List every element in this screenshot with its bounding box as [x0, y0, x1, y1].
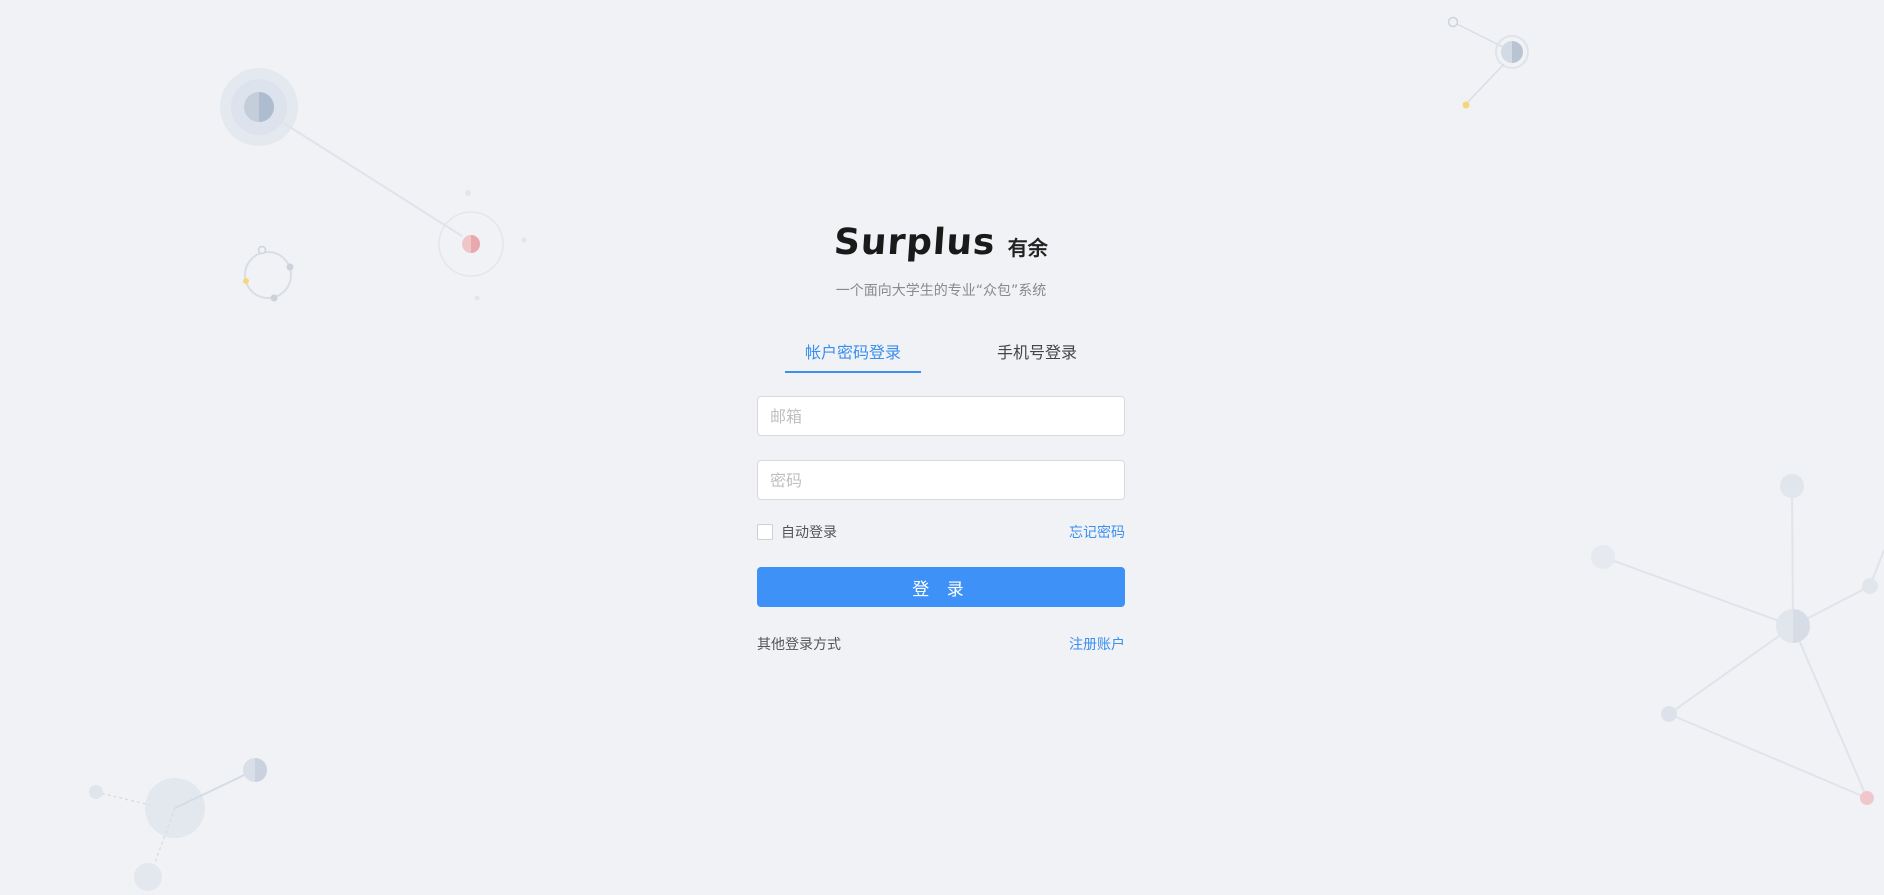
bg-node [1793, 609, 1810, 643]
login-tabs: 帐户密码登录 手机号登录 [757, 333, 1125, 373]
logo-row: Surplus 有余 [757, 220, 1125, 264]
bg-node [1512, 41, 1523, 63]
bg-link [1668, 625, 1794, 715]
bg-node [1780, 474, 1804, 498]
bg-node [134, 863, 162, 891]
email-input[interactable] [758, 397, 1124, 435]
app-name: 有余 [1007, 235, 1048, 260]
subtitle: 一个面向大学生的专业“众包”系统 [835, 283, 1047, 299]
bg-dot [521, 237, 527, 243]
forgot-password-link[interactable]: 忘记密码 [1069, 522, 1125, 542]
bg-dot [1447, 16, 1459, 28]
bg-dot [270, 294, 278, 302]
bg-node [1862, 578, 1878, 594]
tab-account-login[interactable]: 帐户密码登录 [784, 333, 922, 373]
bg-link [95, 791, 151, 806]
bg-link [1791, 485, 1794, 627]
register-link[interactable]: 注册账户 [1069, 634, 1125, 654]
bg-dot [465, 190, 471, 196]
bg-node [1860, 791, 1874, 805]
email-field-wrapper [757, 396, 1125, 436]
other-login-methods-label: 其他登录方式 [757, 637, 841, 653]
bg-node [1591, 545, 1615, 569]
bg-dot [243, 278, 249, 284]
password-field-wrapper [757, 460, 1125, 500]
bg-node [1661, 706, 1677, 722]
remember-row: 自动登录 忘记密码 [757, 522, 1125, 542]
brand-header: Surplus 有余 一个面向大学生的专业“众包”系统 [757, 220, 1125, 300]
bg-dot [474, 295, 480, 301]
bg-dot [1462, 101, 1470, 109]
password-input[interactable] [758, 461, 1124, 499]
bg-ring [244, 251, 292, 299]
tab-phone-login[interactable]: 手机号登录 [977, 333, 1097, 373]
bg-node [471, 235, 480, 253]
login-button[interactable]: 登 录 [757, 567, 1125, 607]
bg-node [255, 758, 267, 782]
bg-link [1602, 556, 1794, 627]
auto-login-checkbox[interactable] [757, 524, 773, 540]
bg-link [273, 116, 463, 237]
bg-dot [89, 785, 103, 799]
logo: Surplus [832, 221, 998, 263]
auto-login-label: 自动登录 [781, 525, 837, 541]
bg-dot [257, 245, 267, 255]
background-decoration [89, 16, 1884, 891]
login-footer: 其他登录方式 注册账户 [757, 634, 1125, 654]
bg-link [1465, 63, 1505, 105]
bg-dot [286, 263, 294, 271]
auto-login-option[interactable]: 自动登录 [757, 522, 837, 542]
